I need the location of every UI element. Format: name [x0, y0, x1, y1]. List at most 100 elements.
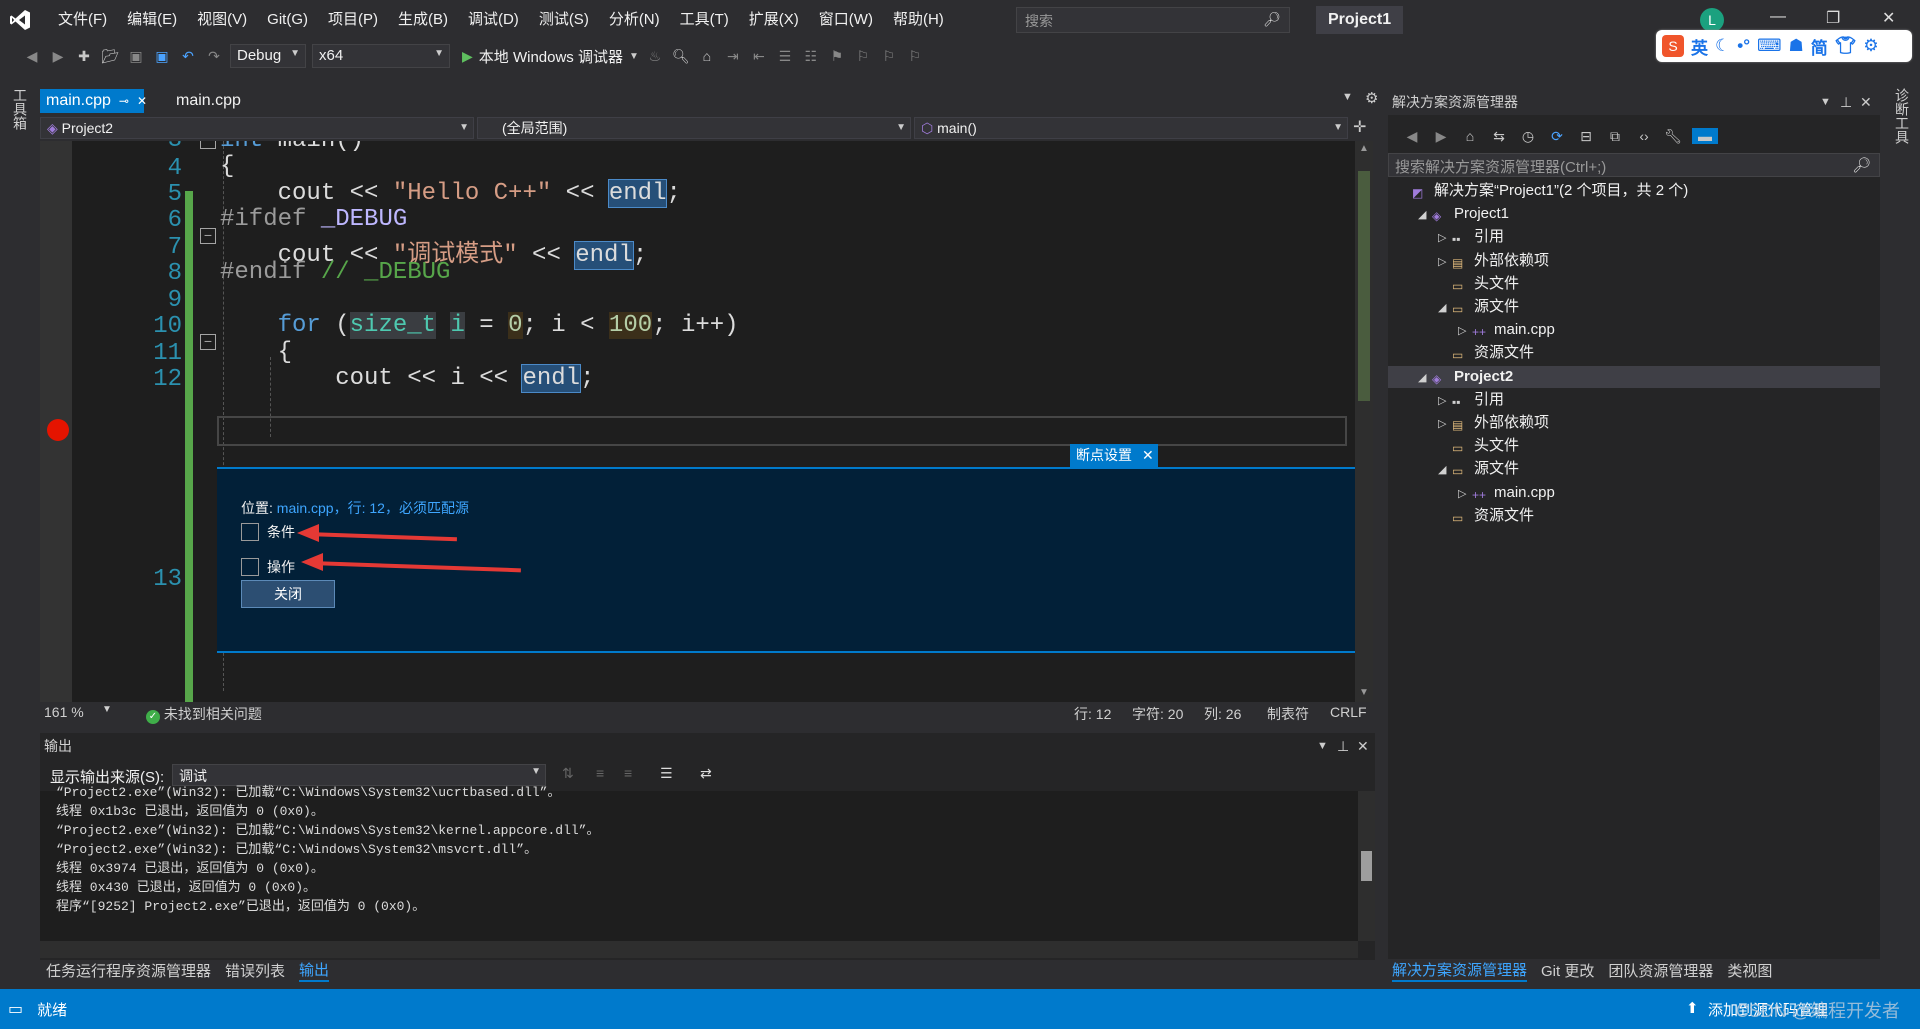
properties-icon[interactable]: 🔧︎	[1663, 128, 1683, 145]
find-in-files-icon[interactable]: 🔍︎	[671, 48, 691, 65]
expanded-arrow-icon[interactable]: ◢	[1418, 204, 1432, 226]
tree-item[interactable]: ▷ ▪▪ 引用	[1388, 226, 1880, 248]
conditions-checkbox[interactable]	[241, 523, 259, 541]
view-code-icon[interactable]: ‹›	[1634, 128, 1654, 144]
switch-views-icon[interactable]: ⇆	[1489, 128, 1509, 145]
scope-dropdown[interactable]: (全局范围) ▼	[477, 117, 911, 139]
actions-option[interactable]: 操作	[241, 557, 295, 577]
menu-edit[interactable]: 编辑(E)	[117, 0, 187, 40]
back-icon[interactable]: ◀	[22, 48, 42, 65]
global-search-input[interactable]: 搜索 🔎︎	[1016, 7, 1290, 33]
scroll-thumb[interactable]	[1361, 851, 1372, 881]
tree-item[interactable]: ▷ ++ main.cpp	[1388, 482, 1880, 504]
collapse-all-icon[interactable]: ⊟	[1576, 128, 1596, 145]
tree-item[interactable]: ▷ ▤ 外部依赖项	[1388, 250, 1880, 272]
collapse-icon[interactable]: −	[200, 228, 216, 244]
hot-reload-icon[interactable]: ♨	[645, 48, 665, 65]
preview-icon[interactable]: ▬	[1692, 128, 1718, 144]
location-link[interactable]: main.cpp，行: 12，必须匹配源	[277, 500, 469, 516]
collapsed-arrow-icon[interactable]: ▷	[1438, 413, 1452, 435]
zoom-level[interactable]: 161 %	[44, 704, 84, 720]
scroll-up-icon[interactable]: ▲	[1359, 143, 1369, 154]
sync-icon[interactable]: ⟳	[1547, 128, 1567, 145]
eol-indicator[interactable]: CRLF	[1330, 704, 1367, 720]
pin-icon[interactable]: ⊸	[119, 94, 129, 108]
expanded-arrow-icon[interactable]: ◢	[1438, 459, 1452, 481]
forward-icon[interactable]: ▶	[1431, 128, 1451, 145]
conditions-option[interactable]: 条件	[241, 522, 295, 542]
new-project-icon[interactable]: ✚	[74, 48, 94, 65]
next-bookmark-icon[interactable]: ⚐	[879, 48, 899, 65]
menu-project[interactable]: 项目(P)	[318, 0, 388, 40]
solution-search-input[interactable]: 搜索解决方案资源管理器(Ctrl+;) 🔎︎	[1388, 153, 1880, 177]
account-avatar[interactable]: L	[1700, 8, 1724, 32]
close-window-icon[interactable]: ✕	[1882, 8, 1895, 28]
project-dropdown[interactable]: ◈ Project2 ▼	[40, 117, 474, 139]
issues-indicator[interactable]: ✓ 未找到相关问题	[146, 704, 262, 724]
tab-git-changes[interactable]: Git 更改	[1541, 960, 1594, 981]
tab-list-dropdown-icon[interactable]: ▼	[1342, 91, 1353, 103]
pin-icon[interactable]: ⊥	[1337, 733, 1349, 759]
menu-extensions[interactable]: 扩展(X)	[739, 0, 809, 40]
menu-view[interactable]: 视图(V)	[187, 0, 257, 40]
tab-task-runner[interactable]: 任务运行程序资源管理器	[46, 960, 211, 981]
chevron-down-icon[interactable]: ▼	[1317, 733, 1328, 759]
save-icon[interactable]: ▣	[126, 48, 146, 65]
code-editor[interactable]: 3 4 5 6 7 8 9 10 11 12 13 − − − int main…	[40, 141, 1355, 702]
close-button[interactable]: 关闭	[241, 580, 335, 608]
tree-item[interactable]: ▷ ++ main.cpp	[1388, 319, 1880, 341]
source-control-icon[interactable]: ⬆	[1686, 999, 1699, 1017]
output-text-area[interactable]: “Project2.exe”(Win32): 已加载“C:\Windows\Sy…	[40, 785, 1358, 941]
menu-file[interactable]: 文件(F)	[48, 0, 117, 40]
find-message-icon[interactable]: ⇅	[562, 765, 574, 782]
collapsed-arrow-icon[interactable]: ▷	[1438, 390, 1452, 412]
tabs-indicator[interactable]: 制表符	[1267, 704, 1309, 724]
breakpoint-icon[interactable]	[47, 419, 69, 441]
indent-icon[interactable]: ⇥	[723, 48, 743, 65]
next-message-icon[interactable]: ≡	[624, 765, 632, 781]
collapsed-arrow-icon[interactable]: ▷	[1438, 227, 1452, 249]
tab-class-view[interactable]: 类视图	[1727, 960, 1772, 981]
bookmark-icon[interactable]: ⚑	[827, 48, 847, 65]
clear-bookmarks-icon[interactable]: ⚐	[905, 48, 925, 65]
toolbox-tab[interactable]: 工具箱	[10, 88, 30, 130]
prev-bookmark-icon[interactable]: ⚐	[853, 48, 873, 65]
uncomment-icon[interactable]: ☷	[801, 48, 821, 65]
tree-item[interactable]: ▭ 资源文件	[1388, 342, 1880, 364]
clear-all-icon[interactable]: ☰	[660, 765, 673, 782]
menu-test[interactable]: 测试(S)	[529, 0, 599, 40]
close-icon[interactable]: ✕	[1357, 733, 1369, 759]
scroll-thumb[interactable]	[1358, 171, 1370, 401]
tree-item[interactable]: ◢ ◈ Project1	[1388, 203, 1880, 225]
configuration-select[interactable]: Debug ▼	[230, 44, 306, 68]
tab-main-cpp[interactable]: main.cpp	[170, 89, 247, 113]
close-peek-icon[interactable]: ✕	[1142, 444, 1154, 467]
tree-item[interactable]: ◢ ◈ Project2	[1388, 365, 1880, 388]
close-tab-icon[interactable]: ✕	[137, 94, 147, 108]
pin-icon[interactable]: ⊥	[1840, 89, 1852, 115]
collapsed-arrow-icon[interactable]: ▷	[1458, 320, 1472, 342]
tree-item[interactable]: ▷ ▪▪ 引用	[1388, 389, 1880, 411]
editor-vertical-scrollbar[interactable]: ▲ ▼	[1355, 141, 1373, 702]
actions-checkbox[interactable]	[241, 558, 259, 576]
output-horizontal-scrollbar[interactable]	[40, 941, 1358, 958]
prev-message-icon[interactable]: ≡	[596, 765, 604, 781]
platform-select[interactable]: x64 ▼	[312, 44, 450, 68]
breakpoint-margin[interactable]	[40, 141, 72, 702]
back-icon[interactable]: ◀	[1402, 128, 1422, 145]
save-all-icon[interactable]: ▣	[152, 48, 172, 65]
tree-item[interactable]: ◩ 解决方案“Project1”(2 个项目，共 2 个)	[1388, 180, 1880, 202]
menu-debug[interactable]: 调试(D)	[458, 0, 529, 40]
tree-item[interactable]: ◢ ▭ 源文件	[1388, 458, 1880, 480]
scroll-down-icon[interactable]: ▼	[1359, 687, 1369, 698]
tab-solution-explorer[interactable]: 解决方案资源管理器	[1392, 959, 1528, 982]
split-editor-icon[interactable]: ✛	[1353, 117, 1366, 139]
expanded-arrow-icon[interactable]: ◢	[1438, 297, 1452, 319]
tab-team-explorer[interactable]: 团队资源管理器	[1608, 960, 1713, 981]
home-icon[interactable]: ⌂	[1460, 128, 1480, 144]
collapse-icon[interactable]: −	[200, 334, 216, 350]
close-icon[interactable]: ✕	[1860, 89, 1872, 115]
tab-error-list[interactable]: 错误列表	[225, 960, 285, 981]
member-dropdown[interactable]: ⬡ main() ▼	[914, 117, 1348, 139]
settings-gear-icon[interactable]: ⚙	[1365, 89, 1378, 107]
